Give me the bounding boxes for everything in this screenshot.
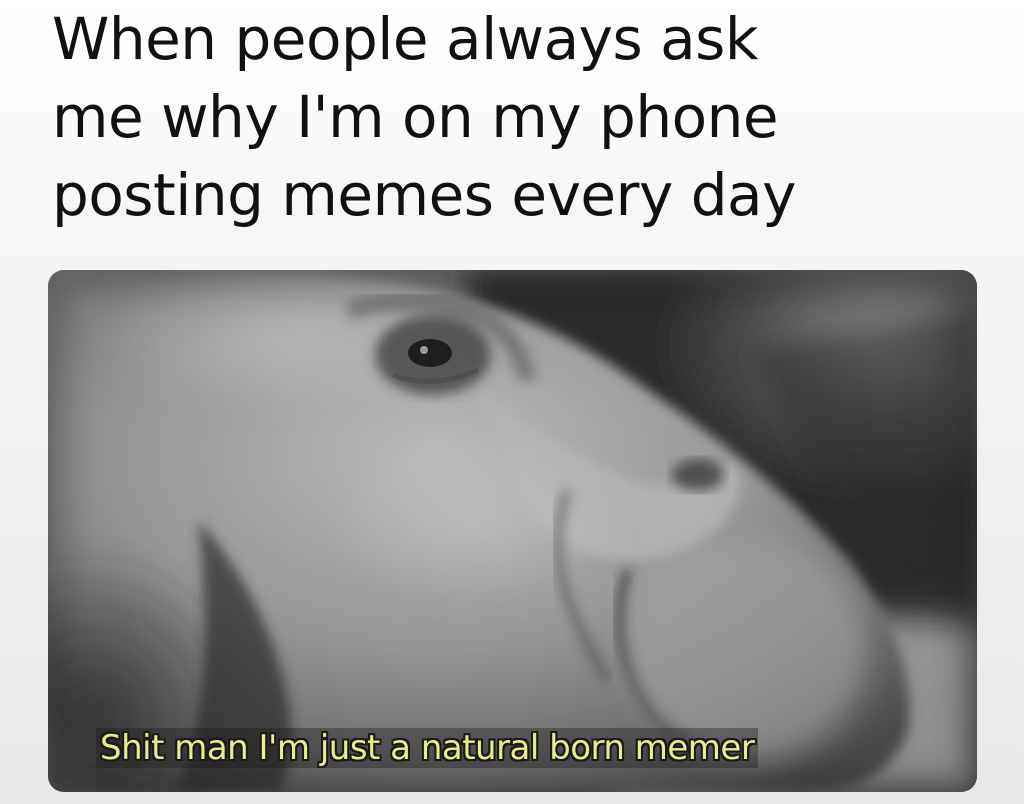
grayscale-face-illustration xyxy=(48,270,977,792)
meme-photo xyxy=(48,270,977,792)
movie-subtitle: Shit man I'm just a natural born memer xyxy=(96,728,759,768)
caption-line-3: posting memes every day xyxy=(52,161,796,229)
caption-line-2: me why I'm on my phone xyxy=(52,83,779,151)
caption-line-1: When people always ask xyxy=(52,5,759,73)
meme-caption: When people always ask me why I'm on my … xyxy=(52,0,992,234)
